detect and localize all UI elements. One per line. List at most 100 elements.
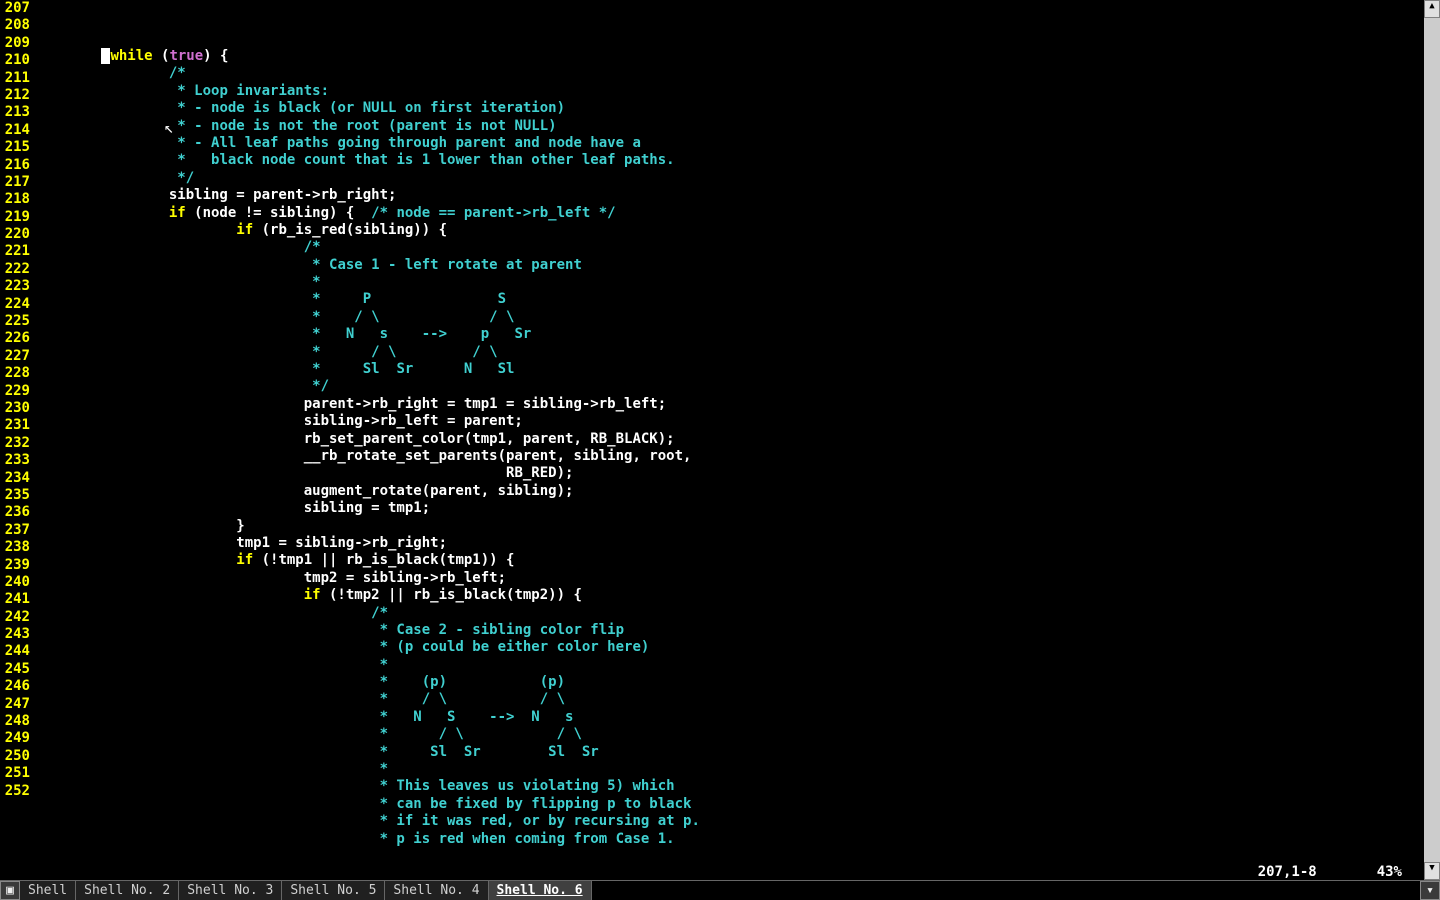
- line-number: 238: [0, 539, 34, 556]
- terminal-tab[interactable]: Shell No. 3: [179, 881, 282, 900]
- line-number: 229: [0, 383, 34, 400]
- code-line[interactable]: * Sl Sr Sl Sr: [34, 744, 1424, 761]
- line-number: 221: [0, 243, 34, 260]
- line-number: 216: [0, 157, 34, 174]
- line-number: 208: [0, 17, 34, 34]
- tab-menu-button[interactable]: ▾: [1420, 881, 1440, 900]
- code-line[interactable]: while (true) {: [34, 48, 1424, 65]
- code-line[interactable]: /*: [34, 605, 1424, 622]
- line-number: 232: [0, 435, 34, 452]
- code-line[interactable]: *: [34, 657, 1424, 674]
- code-line[interactable]: * (p) (p): [34, 674, 1424, 691]
- line-number: 225: [0, 313, 34, 330]
- line-number: 210: [0, 52, 34, 69]
- line-number: 215: [0, 139, 34, 156]
- scrollbar-track[interactable]: [1424, 18, 1440, 862]
- code-line[interactable]: if (rb_is_red(sibling)) {: [34, 222, 1424, 239]
- code-line[interactable]: * N S --> N s: [34, 709, 1424, 726]
- code-line[interactable]: sibling->rb_left = parent;: [34, 413, 1424, 430]
- code-line[interactable]: tmp1 = sibling->rb_right;: [34, 535, 1424, 552]
- code-line[interactable]: * Case 1 - left rotate at parent: [34, 257, 1424, 274]
- new-tab-button[interactable]: ▣: [0, 881, 20, 900]
- line-number: 250: [0, 748, 34, 765]
- scroll-down-icon[interactable]: ▼: [1424, 862, 1440, 880]
- code-line[interactable]: */: [34, 378, 1424, 395]
- line-number: 213: [0, 104, 34, 121]
- code-line[interactable]: * black node count that is 1 lower than …: [34, 152, 1424, 169]
- terminal-tab[interactable]: Shell: [20, 881, 76, 900]
- line-number: 207: [0, 0, 34, 17]
- scroll-percent: 43%: [1377, 864, 1402, 880]
- terminal-window: 2072082092102112122132142152162172182192…: [0, 0, 1440, 900]
- code-line[interactable]: }: [34, 518, 1424, 535]
- code-line[interactable]: * N s --> p Sr: [34, 326, 1424, 343]
- code-area[interactable]: ↖ while (true) { /* * Loop invariants: *…: [34, 0, 1424, 880]
- code-line[interactable]: */: [34, 170, 1424, 187]
- line-number: 251: [0, 765, 34, 782]
- line-number: 234: [0, 470, 34, 487]
- code-line[interactable]: sibling = tmp1;: [34, 500, 1424, 517]
- terminal-tab-bar: ▣ ShellShell No. 2Shell No. 3Shell No. 5…: [0, 880, 1440, 900]
- code-line[interactable]: * This leaves us violating 5) which: [34, 778, 1424, 795]
- line-number: 249: [0, 730, 34, 747]
- code-line[interactable]: if (!tmp2 || rb_is_black(tmp2)) {: [34, 587, 1424, 604]
- code-line[interactable]: * Loop invariants:: [34, 83, 1424, 100]
- code-line[interactable]: * - node is black (or NULL on first iter…: [34, 100, 1424, 117]
- line-number: 228: [0, 365, 34, 382]
- code-line[interactable]: parent->rb_right = tmp1 = sibling->rb_le…: [34, 396, 1424, 413]
- code-line[interactable]: rb_set_parent_color(tmp1, parent, RB_BLA…: [34, 431, 1424, 448]
- terminal-tab[interactable]: Shell No. 4: [385, 881, 488, 900]
- code-line[interactable]: * - All leaf paths going through parent …: [34, 135, 1424, 152]
- line-number: 245: [0, 661, 34, 678]
- line-number: 219: [0, 209, 34, 226]
- code-line[interactable]: RB_RED);: [34, 465, 1424, 482]
- code-line[interactable]: * p is red when coming from Case 1.: [34, 831, 1424, 848]
- line-number: 248: [0, 713, 34, 730]
- code-line[interactable]: * / \ / \: [34, 726, 1424, 743]
- code-line[interactable]: __rb_rotate_set_parents(parent, sibling,…: [34, 448, 1424, 465]
- line-number: 243: [0, 626, 34, 643]
- line-number: 220: [0, 226, 34, 243]
- line-number-gutter: 2072082092102112122132142152162172182192…: [0, 0, 34, 880]
- terminal-tab[interactable]: Shell No. 5: [282, 881, 385, 900]
- line-number: 241: [0, 591, 34, 608]
- code-line[interactable]: tmp2 = sibling->rb_left;: [34, 570, 1424, 587]
- code-line[interactable]: * if it was red, or by recursing at p.: [34, 813, 1424, 830]
- line-number: 247: [0, 696, 34, 713]
- code-line[interactable]: * / \ / \: [34, 309, 1424, 326]
- line-number: 222: [0, 261, 34, 278]
- code-line[interactable]: * can be fixed by flipping p to black: [34, 796, 1424, 813]
- line-number: 235: [0, 487, 34, 504]
- code-line[interactable]: if (node != sibling) { /* node == parent…: [34, 205, 1424, 222]
- vim-editor[interactable]: 2072082092102112122132142152162172182192…: [0, 0, 1440, 880]
- scroll-up-icon[interactable]: ▲: [1424, 0, 1440, 18]
- code-line[interactable]: *: [34, 274, 1424, 291]
- line-number: 230: [0, 400, 34, 417]
- code-line[interactable]: *: [34, 761, 1424, 778]
- code-line[interactable]: sibling = parent->rb_right;: [34, 187, 1424, 204]
- line-number: 212: [0, 87, 34, 104]
- line-number: 209: [0, 35, 34, 52]
- vim-status-line: 207,1-8 43%: [1258, 864, 1402, 880]
- code-line[interactable]: * Case 2 - sibling color flip: [34, 622, 1424, 639]
- code-line[interactable]: if (!tmp1 || rb_is_black(tmp1)) {: [34, 552, 1424, 569]
- code-line[interactable]: /*: [34, 239, 1424, 256]
- code-line[interactable]: * Sl Sr N Sl: [34, 361, 1424, 378]
- terminal-tab[interactable]: Shell No. 6: [489, 881, 592, 900]
- code-line[interactable]: * - node is not the root (parent is not …: [34, 118, 1424, 135]
- code-line[interactable]: augment_rotate(parent, sibling);: [34, 483, 1424, 500]
- line-number: 226: [0, 330, 34, 347]
- line-number: 231: [0, 417, 34, 434]
- cursor-position: 207,1-8: [1258, 864, 1317, 880]
- line-number: 242: [0, 609, 34, 626]
- code-line[interactable]: /*: [34, 65, 1424, 82]
- vertical-scrollbar[interactable]: ▲ ▼: [1424, 0, 1440, 880]
- line-number: 252: [0, 783, 34, 800]
- code-line[interactable]: * (p could be either color here): [34, 639, 1424, 656]
- code-line[interactable]: * P S: [34, 291, 1424, 308]
- code-line[interactable]: * / \ / \: [34, 344, 1424, 361]
- line-number: 218: [0, 191, 34, 208]
- line-number: 239: [0, 557, 34, 574]
- terminal-tab[interactable]: Shell No. 2: [76, 881, 179, 900]
- code-line[interactable]: * / \ / \: [34, 691, 1424, 708]
